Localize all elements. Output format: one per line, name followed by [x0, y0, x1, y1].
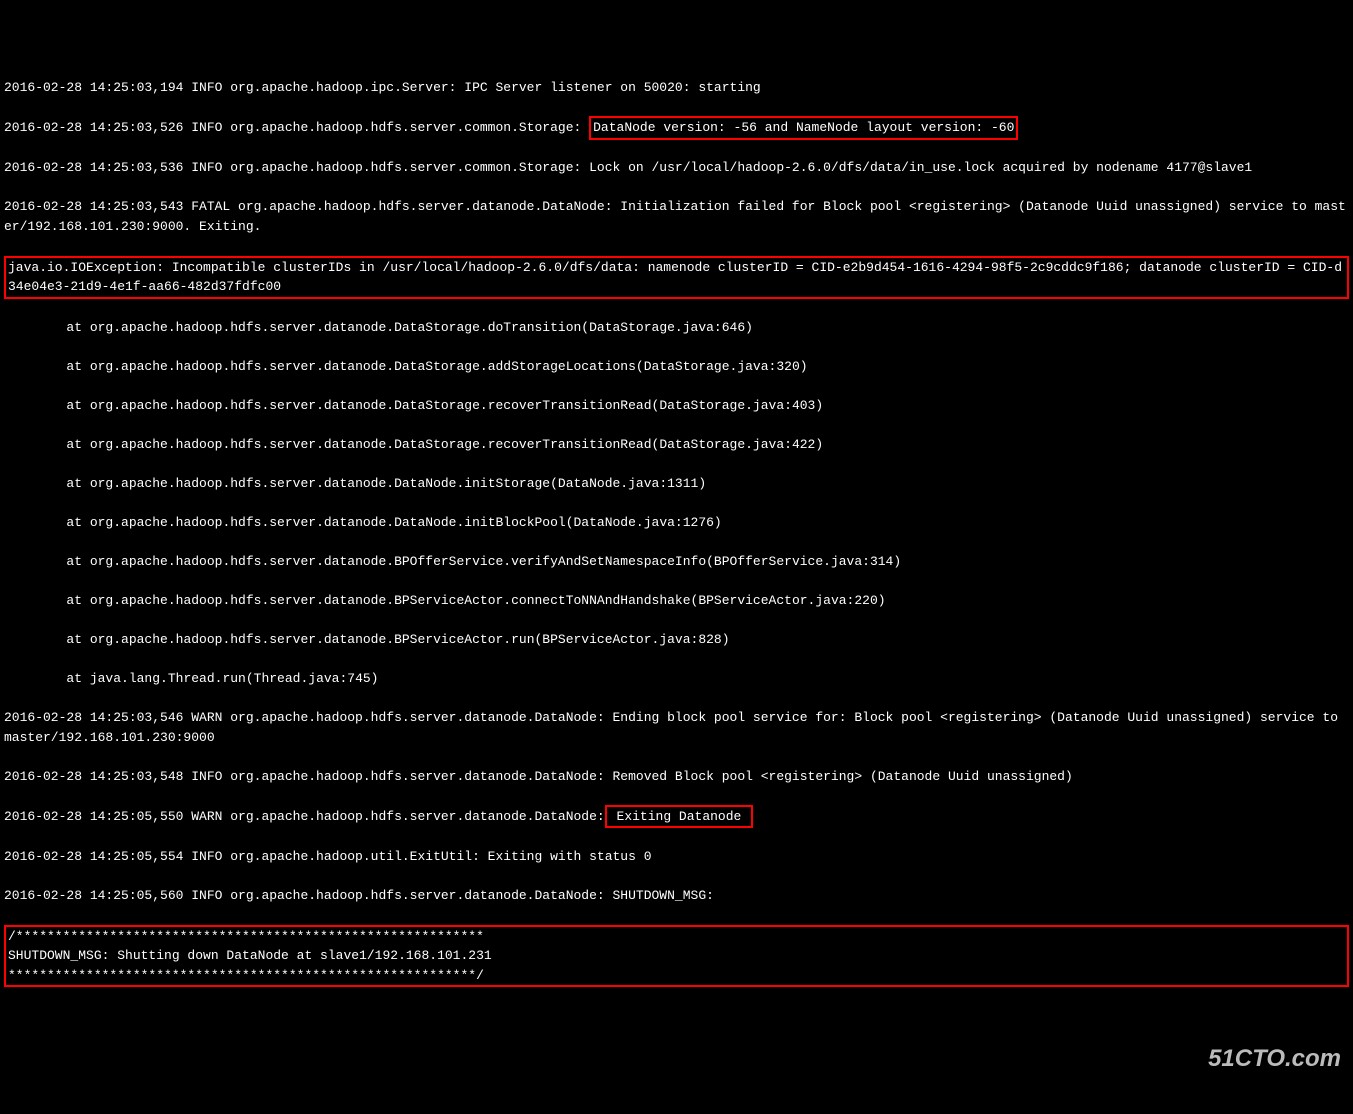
shutdown-border-bottom: ****************************************…	[8, 966, 1345, 986]
stack-trace-line: at org.apache.hadoop.hdfs.server.datanod…	[4, 552, 1349, 572]
highlight-shutdown-msg: /***************************************…	[4, 925, 1349, 988]
log-line: 2016-02-28 14:25:03,526 INFO org.apache.…	[4, 117, 1349, 139]
watermark-main: 51CTO.com	[1208, 1041, 1341, 1077]
log-prefix: 2016-02-28 14:25:05,550 WARN org.apache.…	[4, 809, 605, 824]
log-line: 2016-02-28 14:25:05,550 WARN org.apache.…	[4, 806, 1349, 828]
watermark: 51CTO.com 技术成就梦想Blog	[1208, 1002, 1341, 1114]
stack-trace-line: at org.apache.hadoop.hdfs.server.datanod…	[4, 513, 1349, 533]
log-line: 2016-02-28 14:25:03,194 INFO org.apache.…	[4, 78, 1349, 98]
shutdown-message: SHUTDOWN_MSG: Shutting down DataNode at …	[8, 946, 1345, 966]
stack-trace-line: at org.apache.hadoop.hdfs.server.datanod…	[4, 591, 1349, 611]
log-line: 2016-02-28 14:25:05,560 INFO org.apache.…	[4, 886, 1349, 906]
stack-trace-line: at org.apache.hadoop.hdfs.server.datanod…	[4, 630, 1349, 650]
log-prefix: 2016-02-28 14:25:03,526 INFO org.apache.…	[4, 120, 589, 135]
stack-trace-line: at org.apache.hadoop.hdfs.server.datanod…	[4, 474, 1349, 494]
log-line: 2016-02-28 14:25:05,554 INFO org.apache.…	[4, 847, 1349, 867]
stack-trace-line: at org.apache.hadoop.hdfs.server.datanod…	[4, 357, 1349, 377]
stack-trace-line: at org.apache.hadoop.hdfs.server.datanod…	[4, 435, 1349, 455]
log-line: 2016-02-28 14:25:03,546 WARN org.apache.…	[4, 708, 1349, 747]
stack-trace-line: at java.lang.Thread.run(Thread.java:745)	[4, 669, 1349, 689]
log-line: 2016-02-28 14:25:03,536 INFO org.apache.…	[4, 158, 1349, 178]
highlight-version-mismatch: DataNode version: -56 and NameNode layou…	[589, 116, 1018, 140]
stack-trace-line: at org.apache.hadoop.hdfs.server.datanod…	[4, 318, 1349, 338]
log-line: 2016-02-28 14:25:03,548 INFO org.apache.…	[4, 767, 1349, 787]
stack-trace-line: at org.apache.hadoop.hdfs.server.datanod…	[4, 396, 1349, 416]
highlight-exception: java.io.IOException: Incompatible cluste…	[4, 256, 1349, 299]
highlight-exiting-datanode: Exiting Datanode	[605, 805, 753, 829]
log-line-fatal: 2016-02-28 14:25:03,543 FATAL org.apache…	[4, 197, 1349, 236]
shutdown-border-top: /***************************************…	[8, 927, 1345, 947]
